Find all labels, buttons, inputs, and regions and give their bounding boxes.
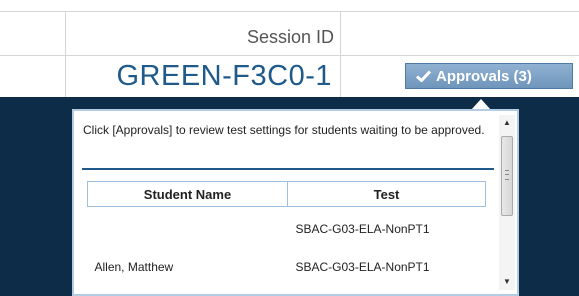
students-table: Student Name Test SBAC-G03-ELA-NonPT1 Al… [87, 181, 486, 283]
table-row[interactable]: SBAC-G03-ELA-NonPT1 [88, 207, 486, 246]
scroll-up-arrow-icon[interactable]: ▲ [499, 115, 515, 131]
student-name-cell: Allen, Matthew [94, 259, 174, 274]
table-row[interactable]: Allen, Matthew SBAC-G03-ELA-NonPT1 [88, 245, 486, 283]
student-name-cell [88, 207, 288, 246]
popup-message: Click [Approvals] to review test setting… [83, 123, 485, 137]
table-divider [0, 11, 579, 12]
grip-icon [505, 170, 509, 180]
session-id-value: GREEN-F3C0-1 [116, 60, 332, 92]
table-divider [340, 11, 341, 97]
scroll-down-arrow-icon[interactable]: ▼ [499, 274, 515, 290]
approvals-button-label: Approvals (3) [436, 67, 532, 85]
column-header-test: Test [287, 181, 486, 207]
table-divider [0, 55, 579, 56]
popup-content: Click [Approvals] to review test setting… [82, 117, 494, 292]
scroll-thumb[interactable] [501, 136, 513, 216]
session-page: Session ID GREEN-F3C0-1 Approvals (3) Cl… [0, 0, 579, 296]
approvals-button[interactable]: Approvals (3) [405, 63, 573, 89]
check-icon [416, 70, 431, 82]
approvals-popup: Click [Approvals] to review test setting… [72, 109, 519, 296]
test-cell: SBAC-G03-ELA-NonPT1 [295, 259, 430, 274]
popup-scrollbar[interactable]: ▲ ▼ [499, 115, 515, 290]
table-header-row: Student Name Test [87, 181, 486, 207]
session-info-table: Session ID GREEN-F3C0-1 Approvals (3) [0, 0, 579, 97]
test-cell: SBAC-G03-ELA-NonPT1 [295, 221, 430, 236]
popup-divider [82, 168, 494, 170]
session-id-label: Session ID [246, 27, 334, 47]
column-header-student-name: Student Name [87, 181, 288, 207]
